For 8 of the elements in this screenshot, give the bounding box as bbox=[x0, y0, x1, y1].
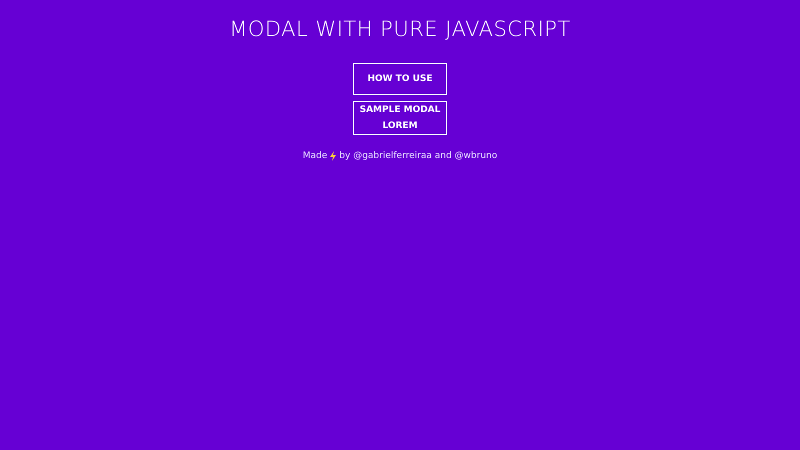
profile-link[interactable]: @gabrielferreiraa bbox=[353, 151, 432, 161]
modal-button[interactable]: HOW TO USE bbox=[353, 63, 447, 95]
profile-link[interactable]: @wbruno bbox=[454, 151, 498, 161]
made-text: Made bbox=[302, 151, 328, 161]
lightning-icon bbox=[330, 151, 336, 161]
credit-text: by @gabrielferreiraa and @wbruno bbox=[339, 151, 498, 161]
page-title: MODAL WITH PURE JAVASCRIPT bbox=[229, 17, 571, 41]
modal-button[interactable]: SAMPLE MODAL LOREM bbox=[353, 101, 447, 135]
